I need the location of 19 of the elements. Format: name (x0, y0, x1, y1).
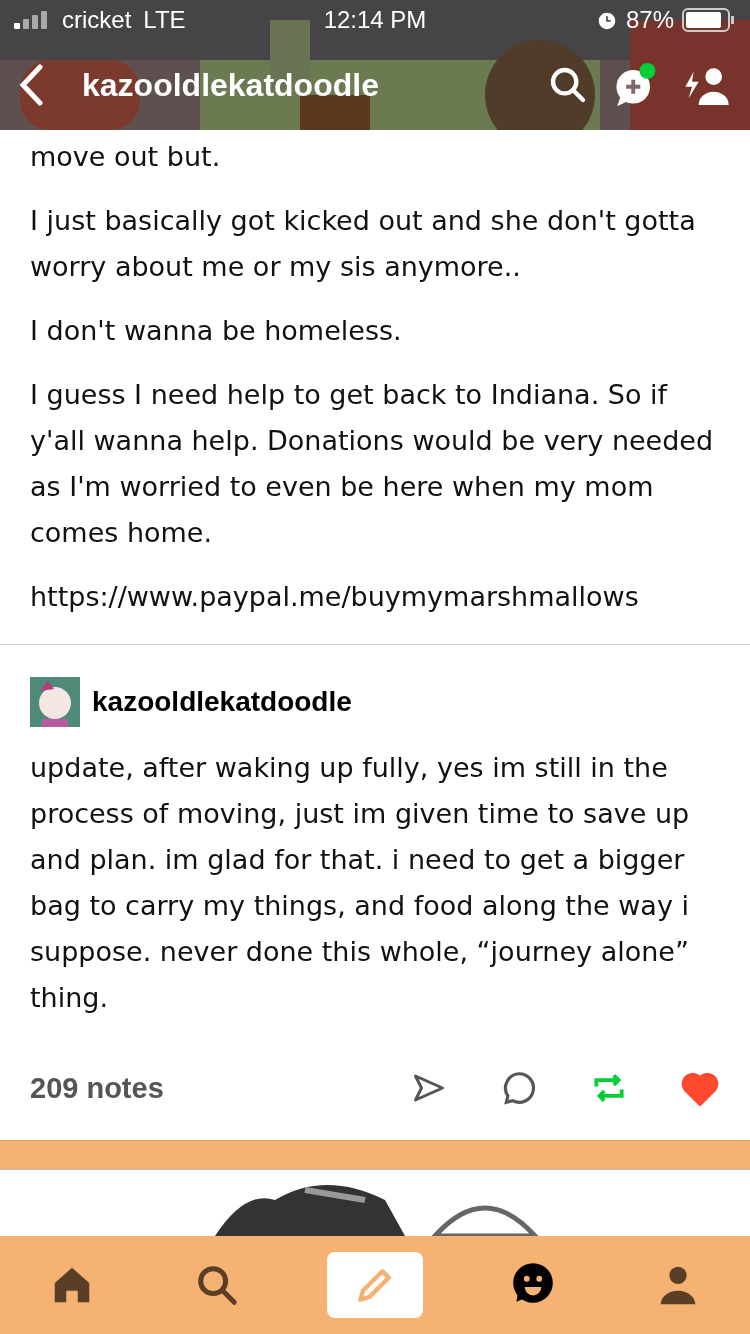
network-type: LTE (143, 6, 186, 34)
carrier-name: cricket (62, 6, 132, 34)
post-paragraph: I just basically got kicked out and she don't gotta worry about me or my sis anymore.. (30, 204, 697, 284)
reblog-text: update, after waking up fully, yes im still in the process of moving, just im given time to save up and plan. im glad for that. i need to get a bigger bag to carry my things, and food along the way i suppose. never done this whole, “journey alone” thing. (30, 751, 691, 1015)
heart-icon[interactable] (680, 1070, 720, 1106)
clock-time: 12:14 PM (323, 6, 427, 34)
post-paragraph: I don't wanna be homeless. (30, 314, 403, 348)
link[interactable]: https://www.paypal.me/buymymarshmallows (30, 574, 720, 620)
author-name[interactable]: kazooldlekatdoodle (92, 686, 352, 718)
post-paragraph: move out but. (30, 140, 222, 174)
battery-percent: 87% (625, 6, 674, 34)
search-icon[interactable] (548, 65, 588, 105)
back-icon[interactable] (18, 64, 44, 106)
signal-icon (14, 11, 50, 29)
blog-title: kazooldlekatdoodle (82, 66, 379, 104)
post-paragraph: I guess I need help to get back to Indiana. So if y'all wanna help. Donations would be very needed as I'm worried to even be here when my mom comes home. (30, 378, 715, 550)
battery-icon (682, 8, 736, 32)
avatar[interactable] (30, 677, 80, 727)
notes-count[interactable]: 209 notes (30, 1071, 164, 1105)
